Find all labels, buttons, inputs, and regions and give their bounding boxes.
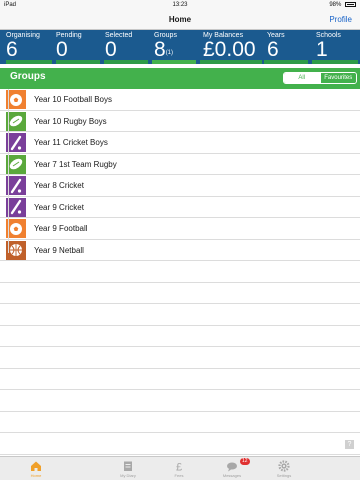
home-icon bbox=[31, 461, 41, 471]
cricket-bat-icon bbox=[6, 176, 26, 195]
stat-underline bbox=[56, 60, 100, 64]
groups-title: Groups bbox=[10, 71, 46, 82]
list-item[interactable]: Year 10 Rugby Boys bbox=[0, 111, 360, 132]
stat-value: 8(1) bbox=[154, 38, 173, 62]
group-name: Year 10 Football Boys bbox=[34, 95, 112, 104]
cricket-bat-icon bbox=[6, 133, 26, 152]
stat-underline bbox=[200, 60, 262, 64]
stat-underline bbox=[6, 60, 52, 64]
page-title: Home bbox=[168, 15, 192, 24]
tab-label: Settings bbox=[276, 473, 292, 478]
stat-schools[interactable]: Schools 1 bbox=[316, 30, 356, 64]
groups-list: Year 10 Football Boys Year 10 Rugby Boys… bbox=[0, 89, 360, 455]
stat-my-balances[interactable]: My Balances £0.00 bbox=[203, 30, 263, 64]
stat-selected[interactable]: Selected 0 bbox=[105, 30, 145, 64]
gear-icon bbox=[278, 460, 290, 472]
tab-settings[interactable]: Settings bbox=[248, 457, 320, 481]
battery-indicator: 98% bbox=[329, 0, 356, 10]
stat-underline bbox=[104, 60, 148, 64]
group-name: Year 7 1st Team Rugby bbox=[34, 159, 117, 169]
group-name: Year 9 Football bbox=[34, 224, 88, 233]
empty-row bbox=[0, 433, 360, 455]
netball-icon bbox=[6, 240, 26, 260]
filter-all-button[interactable]: All bbox=[284, 73, 320, 83]
pound-icon: £ bbox=[176, 462, 182, 473]
list-item[interactable]: Year 7 1st Team Rugby bbox=[0, 154, 360, 175]
status-bar: iPad 13:23 98% bbox=[0, 0, 360, 10]
stat-number: 8 bbox=[154, 38, 166, 61]
list-left-rule bbox=[8, 89, 9, 253]
list-item[interactable]: Year 9 Football bbox=[0, 218, 360, 240]
stat-underline bbox=[312, 60, 358, 64]
navigation-bar: Home Profile bbox=[0, 10, 360, 30]
list-item[interactable]: Year 9 Netball bbox=[0, 240, 360, 261]
stats-bar: Organising 6 Pending 0 Selected 0 Groups… bbox=[0, 30, 360, 64]
tab-label: Home bbox=[30, 473, 42, 478]
empty-row bbox=[0, 283, 360, 304]
empty-row bbox=[0, 390, 360, 412]
stat-value: 0 bbox=[56, 38, 68, 61]
rugby-ball-icon bbox=[6, 111, 26, 131]
stat-underline-active bbox=[152, 60, 196, 64]
list-item[interactable]: Year 10 Football Boys bbox=[0, 89, 360, 111]
help-button[interactable]: ? bbox=[345, 440, 354, 449]
stat-value: 1 bbox=[316, 38, 328, 61]
stat-value: £0.00 bbox=[203, 38, 256, 61]
clock: 13:23 bbox=[172, 2, 188, 8]
group-name: Year 10 Rugby Boys bbox=[34, 116, 107, 126]
stat-value: 0 bbox=[105, 38, 117, 61]
group-name: Year 9 Cricket bbox=[34, 202, 84, 212]
football-icon bbox=[6, 219, 26, 238]
svg-text:£: £ bbox=[176, 462, 182, 473]
tab-bar: Home My Diary £ Fees 12 Messages Setting… bbox=[0, 456, 360, 480]
list-item[interactable]: Year 9 Cricket bbox=[0, 197, 360, 218]
empty-row bbox=[0, 261, 360, 283]
battery-icon bbox=[345, 1, 356, 7]
stat-groups[interactable]: Groups 8(1) bbox=[154, 30, 194, 64]
list-item[interactable]: Year 11 Cricket Boys bbox=[0, 132, 360, 154]
group-name: Year 8 Cricket bbox=[34, 181, 84, 190]
stat-years[interactable]: Years 6 bbox=[267, 30, 307, 64]
profile-button[interactable]: Profile bbox=[329, 10, 352, 29]
messages-icon bbox=[227, 462, 237, 472]
empty-row bbox=[0, 347, 360, 369]
stat-value: 6 bbox=[267, 38, 279, 61]
empty-row bbox=[0, 412, 360, 433]
group-name: Year 9 Netball bbox=[34, 245, 84, 255]
stat-pending[interactable]: Pending 0 bbox=[56, 30, 96, 64]
empty-row bbox=[0, 304, 360, 326]
battery-percent: 98% bbox=[329, 2, 342, 8]
football-icon bbox=[6, 90, 26, 109]
stat-superscript: (1) bbox=[165, 50, 174, 56]
cricket-bat-icon bbox=[6, 197, 26, 217]
group-name: Year 11 Cricket Boys bbox=[34, 138, 108, 147]
groups-filter: All Favourites bbox=[283, 72, 357, 84]
tab-home[interactable]: Home bbox=[0, 457, 72, 481]
empty-row bbox=[0, 326, 360, 347]
stat-underline bbox=[264, 60, 308, 64]
filter-favourites-button[interactable]: Favourites bbox=[319, 73, 356, 83]
list-item[interactable]: Year 8 Cricket bbox=[0, 175, 360, 197]
diary-icon bbox=[124, 461, 132, 471]
groups-header: Groups All Favourites bbox=[0, 68, 360, 89]
stat-value: 6 bbox=[6, 38, 18, 61]
empty-row bbox=[0, 369, 360, 390]
rugby-ball-icon bbox=[6, 154, 26, 174]
stat-organising[interactable]: Organising 6 bbox=[6, 30, 46, 64]
